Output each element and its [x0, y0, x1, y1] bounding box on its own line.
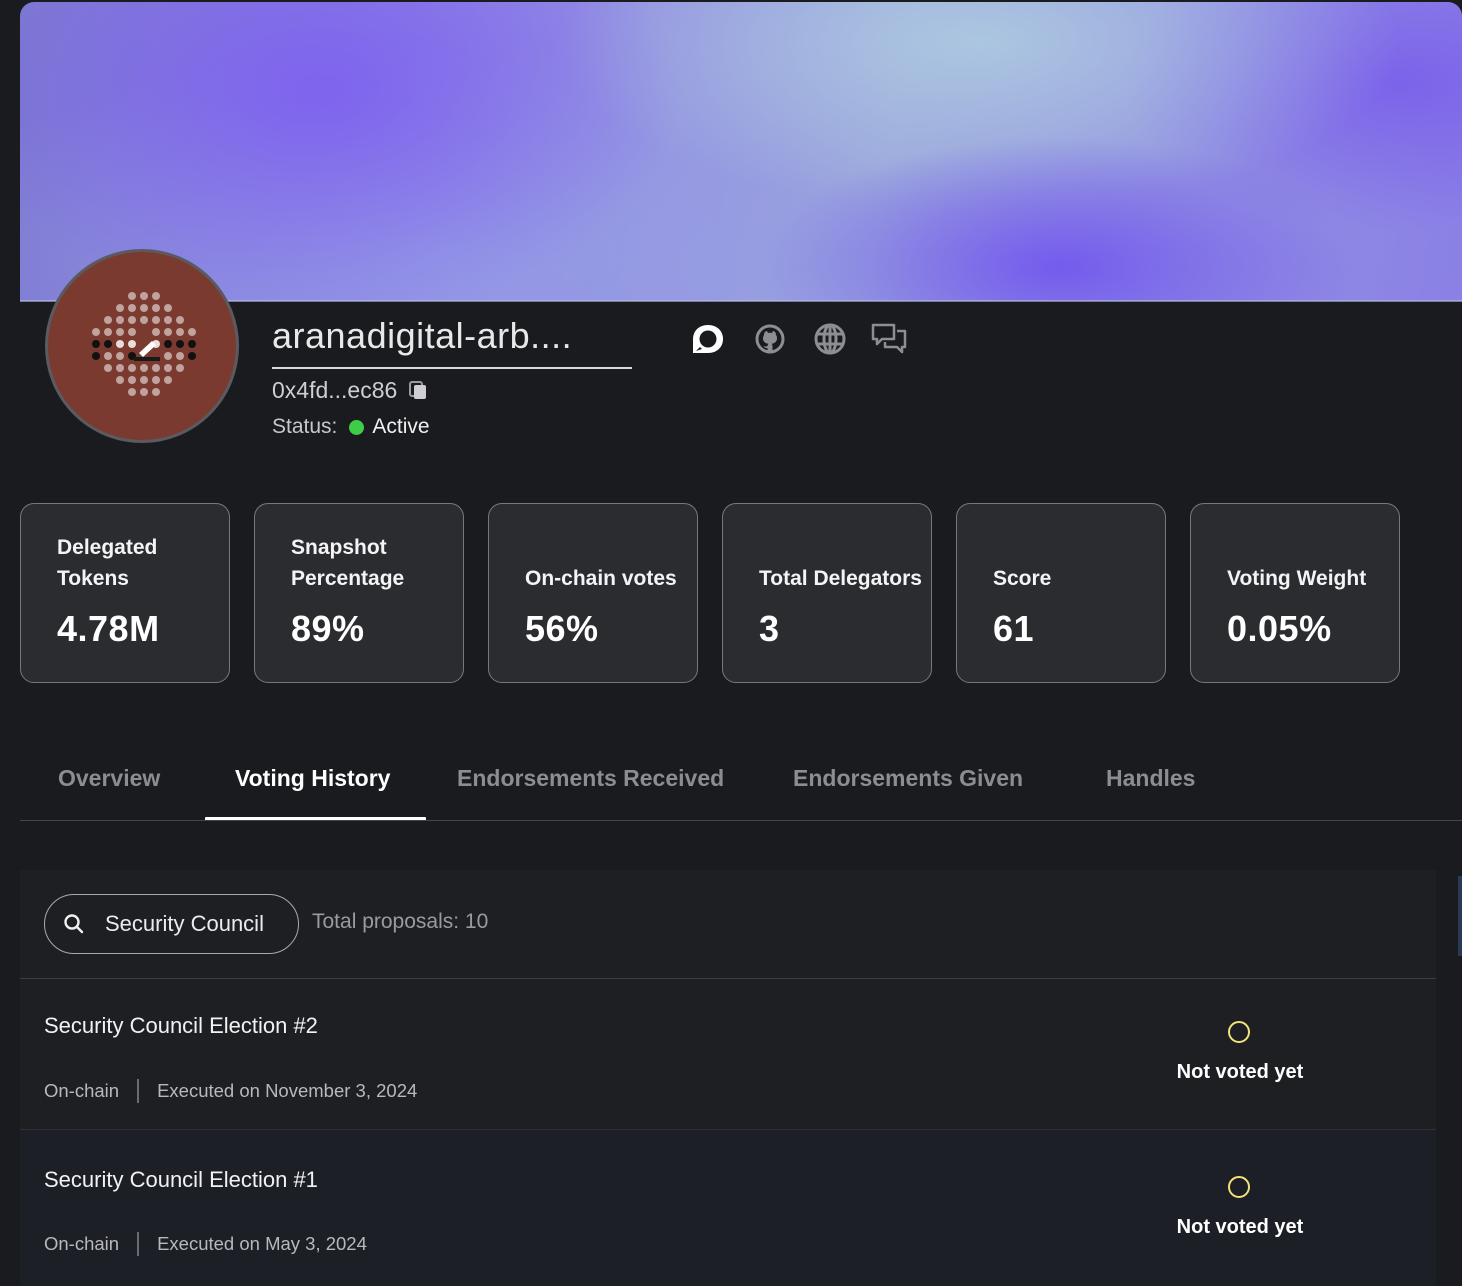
- banner-divider: [20, 300, 1462, 302]
- stat-value: 4.78M: [57, 608, 160, 649]
- search-icon: [63, 913, 85, 935]
- proposal-executed-date: Executed on November 3, 2024: [157, 1080, 418, 1101]
- stat-value: 3: [759, 608, 780, 649]
- stat-label: On-chain votes: [525, 567, 677, 590]
- tab-voting-history[interactable]: Voting History: [235, 765, 390, 797]
- proposal-executed-date: Executed on May 3, 2024: [157, 1233, 367, 1254]
- globe-icon[interactable]: [811, 320, 849, 358]
- stat-card-delegated-tokens: Delegated Tokens 4.78M: [20, 503, 230, 683]
- proposal-title: Security Council Election #1: [44, 1167, 318, 1192]
- status-row: Status: Active: [272, 413, 430, 441]
- total-proposals: Total proposals: 10: [312, 910, 489, 933]
- profile-banner: [20, 2, 1462, 301]
- tab-endorsements-given[interactable]: Endorsements Given: [793, 765, 1023, 797]
- avatar-pixel-pattern: [92, 292, 196, 396]
- stat-label: Voting Weight: [1227, 567, 1367, 590]
- delegate-name: aranadigital-arb....: [272, 315, 632, 369]
- pending-circle-icon: [1228, 1176, 1250, 1198]
- pending-circle-icon: [1228, 1021, 1250, 1043]
- meta-divider: [137, 1232, 140, 1256]
- tab-overview[interactable]: Overview: [58, 765, 160, 797]
- proposal-row[interactable]: Security Council Election #1 On-chain Ex…: [20, 1130, 1436, 1286]
- proposal-type: On-chain: [44, 1080, 120, 1101]
- stat-card-voting-weight: Voting Weight 0.05%: [1190, 503, 1400, 683]
- vote-status: Not voted yet: [1176, 1216, 1304, 1238]
- stat-card-on-chain-votes: On-chain votes 56%: [488, 503, 698, 683]
- stat-card-score: Score 61: [956, 503, 1166, 683]
- search-input[interactable]: Security Council: [44, 894, 299, 954]
- address-row: 0x4fd...ec86: [272, 375, 429, 405]
- vote-status: Not voted yet: [1176, 1061, 1304, 1083]
- stat-label: Delegated Tokens: [57, 536, 158, 590]
- tabs-divider: [20, 820, 1462, 821]
- delegate-profile-page: aranadigital-arb.... 0x4fd...ec86 Status…: [0, 0, 1462, 1286]
- proposal-title: Security Council Election #2: [44, 1013, 318, 1038]
- stat-value: 0.05%: [1227, 608, 1332, 649]
- stat-label: Total Delegators: [759, 567, 922, 590]
- status-value: Active: [372, 415, 430, 438]
- stat-card-total-delegators: Total Delegators 3: [722, 503, 932, 683]
- proposal-type: On-chain: [44, 1233, 120, 1254]
- status-dot: [349, 419, 365, 435]
- stat-label: Score: [993, 567, 1052, 590]
- status-label: Status:: [272, 415, 338, 438]
- wallet-address: 0x4fd...ec86: [272, 376, 398, 403]
- stat-label: Snapshot Percentage: [291, 536, 405, 590]
- github-icon[interactable]: [751, 320, 789, 358]
- tab-handles[interactable]: Handles: [1106, 765, 1195, 797]
- stat-card-snapshot-percentage: Snapshot Percentage 89%: [254, 503, 464, 683]
- avatar: [45, 249, 239, 443]
- tab-endorsements-received[interactable]: Endorsements Received: [457, 765, 724, 797]
- stat-value: 89%: [291, 608, 365, 649]
- stat-value: 56%: [525, 608, 599, 649]
- meta-divider: [137, 1079, 140, 1103]
- stat-value: 61: [993, 608, 1035, 649]
- panel-edge: [1458, 876, 1462, 956]
- discourse-icon[interactable]: [689, 320, 727, 358]
- proposal-row[interactable]: Security Council Election #2 On-chain Ex…: [20, 979, 1436, 1129]
- copy-icon[interactable]: [407, 379, 429, 401]
- proposal-meta: On-chain Executed on November 3, 2024: [44, 1079, 417, 1103]
- proposal-meta: On-chain Executed on May 3, 2024: [44, 1232, 367, 1256]
- forum-chat-icon[interactable]: [870, 320, 908, 358]
- search-value: Security Council: [105, 911, 264, 936]
